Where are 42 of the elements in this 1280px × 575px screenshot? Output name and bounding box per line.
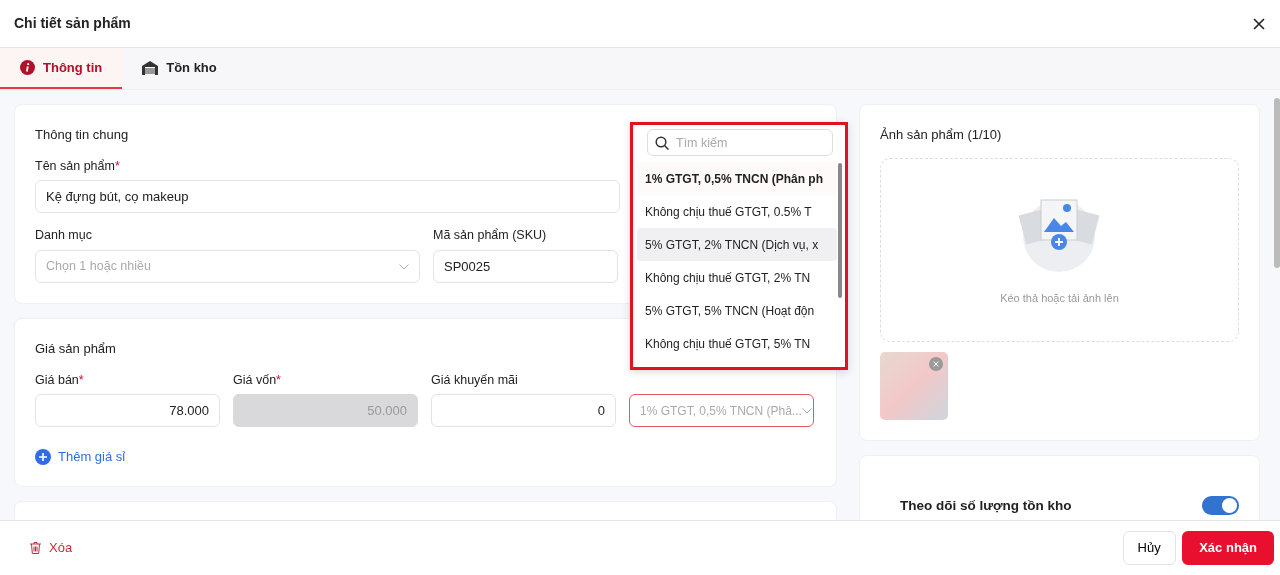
field-label: Giá khuyến mãi	[431, 371, 519, 389]
dropdown-option[interactable]: 5% GTGT, 2% TNCN (Dịch vụ, x	[637, 228, 837, 261]
cancel-button[interactable]: Hủy	[1122, 531, 1176, 565]
warehouse-icon	[142, 60, 159, 75]
search-icon	[655, 136, 669, 150]
input-field[interactable]: SP0025	[433, 250, 618, 283]
dropdown-option[interactable]: Không chịu thuế GTGT, 0.5% T	[637, 195, 837, 228]
field-label: Tên sản phẩm*	[35, 157, 121, 175]
section-title: Thông tin chung	[35, 126, 129, 144]
section-title: Giá sản phẩm	[35, 340, 116, 358]
input-field[interactable]: 0	[431, 394, 616, 428]
dropdown-option[interactable]: 5% GTGT, 5% TNCN (Hoạt độn	[637, 294, 837, 327]
close-icon	[933, 360, 939, 367]
field-label: Giá vốn*	[233, 371, 282, 389]
search-field[interactable]: Tìm kiếm	[647, 129, 833, 156]
field-label: Giá bán*	[35, 371, 85, 389]
trash-icon	[30, 542, 41, 554]
close-icon	[1252, 16, 1266, 31]
field-label: Danh mục	[35, 227, 93, 245]
tab[interactable]: Thông tin	[0, 48, 123, 89]
dropdown-option[interactable]: Không chịu thuế GTGT, 5% TN	[637, 327, 837, 360]
upload-hint: Kéo thả hoặc tải ảnh lên	[1000, 291, 1119, 307]
confirm-button[interactable]: Xác nhận	[1182, 531, 1274, 565]
chevron-down-icon	[801, 407, 812, 414]
close-button[interactable]	[1252, 16, 1266, 31]
remove-image-button[interactable]	[929, 356, 943, 371]
delete-button[interactable]: Xóa	[30, 538, 73, 558]
window-title: Chi tiết sản phẩm	[14, 15, 131, 32]
add-wholesale-price-link[interactable]: Thêm giá sỉ	[35, 446, 126, 467]
input-field: 50.000	[233, 394, 418, 428]
section-title: Ảnh sản phẩm (1/10)	[880, 126, 1002, 144]
tab[interactable]: Tồn kho	[122, 48, 237, 89]
toggle-switch[interactable]	[1202, 496, 1239, 516]
input-field[interactable]: 78.000	[35, 394, 220, 428]
input-field[interactable]: Kệ đựng bút, cọ makeup	[35, 180, 620, 214]
inventory-label: Theo dõi số lượng tồn kho	[900, 496, 1072, 515]
dropdown-option[interactable]: 1% GTGT, 0,5% TNCN (Phân ph	[637, 162, 837, 195]
info-icon	[20, 60, 35, 75]
plus-circle-icon	[35, 448, 51, 465]
dropdown-option[interactable]: Không chịu thuế GTGT, 2% TN	[637, 261, 837, 294]
field-label: Mã sản phẩm (SKU)	[433, 227, 548, 245]
chevron-down-icon	[399, 263, 409, 270]
